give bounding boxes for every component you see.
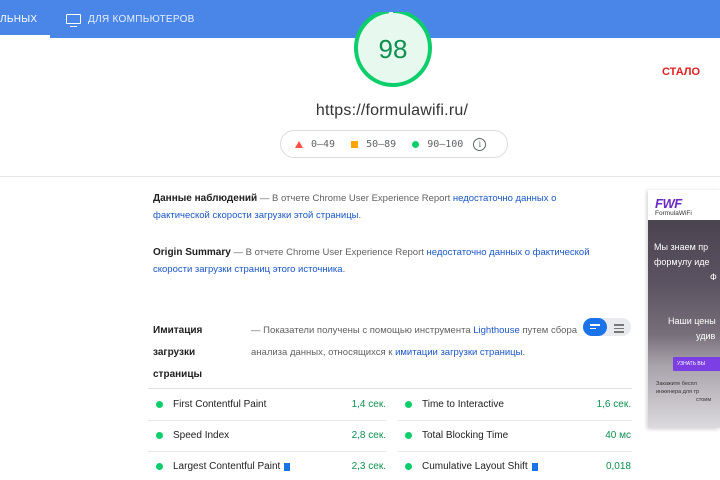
legend-average-range: 50–89	[366, 138, 397, 150]
ad-small2: инженера для тр	[656, 389, 700, 395]
ad-headline: Мы знаем пр формулу иде Ф	[654, 240, 717, 285]
lab-title-line2: загрузки	[153, 347, 196, 358]
tab-desktop[interactable]: ДЛЯ КОМПЬЮТЕРОВ	[66, 0, 195, 38]
performance-score: 98	[378, 34, 408, 64]
metric-name: Total Blocking Time	[422, 430, 509, 441]
legend-pass-range: 90–100	[427, 138, 464, 150]
origin-summary-text: — В отчете Chrome User Experience Report	[230, 247, 427, 258]
lab-title-line1: Имитация	[153, 325, 203, 336]
ad-small1: Закажите беспл	[656, 381, 697, 387]
field-data-end: .	[358, 210, 362, 221]
pass-circle-icon	[405, 463, 412, 470]
metric-name: Speed Index	[173, 430, 230, 441]
metric-value: 1,6 сек.	[596, 399, 631, 410]
bookmark-icon	[531, 462, 538, 471]
origin-summary-section: Origin Summary — В отчете Chrome User Ex…	[153, 244, 603, 278]
pass-circle-icon	[156, 432, 163, 439]
lab-title-line3: страницы	[153, 369, 203, 380]
field-data-section: Данные наблюдений — В отчете Chrome User…	[153, 190, 573, 224]
info-icon[interactable]: i	[473, 137, 487, 151]
pass-circle-icon	[156, 401, 163, 408]
pass-circle-icon	[156, 463, 163, 470]
origin-summary-title: Origin Summary	[153, 247, 231, 258]
metric-value: 40 мс	[605, 430, 631, 441]
ad-small3: стоим	[696, 397, 712, 403]
metric-value: 2,3 сек.	[351, 461, 386, 472]
legend-average: 50–89	[351, 139, 396, 150]
legend-fail-range: 0–49	[311, 138, 336, 150]
ad-line1: Мы знаем пр	[654, 242, 709, 252]
active-tab-indicator	[0, 35, 50, 38]
tab-mobile-label: ЛЬНЫХ	[0, 13, 38, 25]
metric-name: Largest Contentful Paint	[173, 461, 281, 472]
metric-4: Total Blocking Time 40 мс	[405, 420, 631, 451]
pass-circle-icon	[405, 432, 412, 439]
legend-fail: 0–49	[295, 139, 335, 150]
metric-value: 2,8 сек.	[351, 430, 386, 441]
metric-value: 0,018	[605, 461, 631, 472]
monitor-icon	[66, 14, 81, 27]
lab-desc-end: .	[522, 347, 526, 358]
metric-value: 1,4 сек.	[351, 399, 386, 410]
bookmark-icon	[284, 462, 291, 471]
metrics-view-toggle[interactable]	[583, 318, 631, 336]
lighthouse-link[interactable]: Lighthouse	[473, 325, 519, 336]
circle-icon	[412, 140, 420, 148]
ad-logo: FWF	[655, 196, 682, 211]
section-divider	[0, 176, 720, 177]
metric-name: First Contentful Paint	[173, 399, 267, 410]
lab-data-title: Имитация загрузки страницы	[153, 320, 223, 386]
metric-3: Speed Index 2,8 сек.	[156, 420, 386, 451]
simulated-throttling-link[interactable]: имитации загрузки страницы	[395, 347, 522, 358]
compact-list-icon	[590, 324, 600, 331]
origin-summary-end: .	[342, 264, 346, 275]
lab-data-description: — Показатели получены с помощью инструме…	[251, 320, 586, 364]
metric-2: Time to Interactive 1,6 сек.	[405, 389, 631, 420]
ad-price-text: Наши цены удив	[668, 314, 716, 344]
pagespeed-report: ЛЬНЫХ ДЛЯ КОМПЬЮТЕРОВ 98 СТАЛО https://f…	[0, 0, 720, 480]
field-data-title: Данные наблюдений	[153, 193, 258, 204]
metric-5: Largest Contentful Paint 2,3 сек.	[156, 451, 386, 480]
ad-footnote: Закажите беспл инженера для тр стоим	[656, 380, 711, 404]
metric-name: Time to Interactive	[422, 399, 504, 410]
annotation-label: СТАЛО	[662, 66, 701, 78]
tested-url: https://formulawifi.ru/	[315, 102, 469, 119]
pass-circle-icon	[405, 401, 412, 408]
score-legend: 0–49 50–89 90–100 i	[280, 130, 508, 158]
ad-line5: удив	[696, 331, 716, 341]
tab-desktop-label: ДЛЯ КОМПЬЮТЕРОВ	[88, 13, 195, 25]
ad-line2: формулу иде	[654, 257, 710, 267]
field-data-text: — В отчете Chrome User Experience Report	[257, 193, 453, 204]
performance-score-gauge: 98	[352, 12, 434, 90]
ad-line4: Наши цены	[668, 316, 716, 326]
legend-pass: 90–100	[412, 139, 463, 150]
triangle-icon	[295, 140, 303, 148]
expanded-list-icon	[614, 324, 624, 335]
ad-line3: Ф	[710, 272, 717, 282]
metric-name: Cumulative Layout Shift	[422, 461, 528, 472]
lab-desc-text1: — Показатели получены с помощью инструме…	[251, 325, 474, 336]
square-icon	[351, 140, 359, 148]
metric-1: First Contentful Paint 1,4 сек.	[156, 389, 386, 420]
advertisement-banner[interactable]: FWF FormulaWiFi Мы знаем пр формулу иде …	[648, 190, 720, 428]
ad-brand: FormulaWiFi	[655, 210, 692, 217]
metric-6: Cumulative Layout Shift 0,018	[405, 451, 631, 480]
ad-cta-button[interactable]: УЗНАТЬ ВЫ	[673, 357, 720, 371]
tab-mobile[interactable]: ЛЬНЫХ	[0, 0, 50, 38]
